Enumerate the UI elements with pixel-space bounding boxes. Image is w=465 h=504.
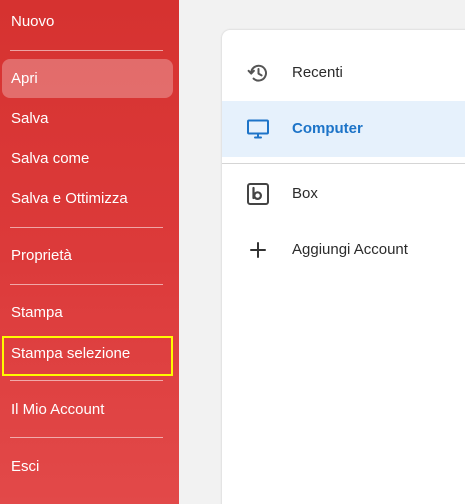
menu-divider <box>10 380 163 381</box>
menu-divider <box>10 50 163 51</box>
menu-item-salva[interactable]: Salva <box>2 99 173 138</box>
menu-divider <box>10 227 163 228</box>
menu-item-nuovo[interactable]: Nuovo <box>2 2 173 41</box>
location-aggiungi-account[interactable]: Aggiungi Account <box>222 222 465 278</box>
locations-divider <box>222 163 465 164</box>
plus-icon <box>246 238 270 262</box>
monitor-icon <box>246 117 270 141</box>
menu-item-proprieta[interactable]: Proprietà <box>2 236 173 275</box>
menu-item-il-mio-account[interactable]: Il Mio Account <box>2 390 173 429</box>
menu-item-stampa-selezione[interactable]: Stampa selezione <box>2 336 173 376</box>
file-menu-sidebar: Nuovo Apri Salva Salva come Salva e Otti… <box>0 0 179 504</box>
menu-item-apri[interactable]: Apri <box>2 59 173 98</box>
menu-item-salva-come[interactable]: Salva come <box>2 139 173 178</box>
location-computer[interactable]: Computer <box>222 101 465 157</box>
menu-divider <box>10 437 163 438</box>
menu-item-salva-e-ottimizza[interactable]: Salva e Ottimizza <box>2 179 173 218</box>
open-locations-panel: Recenti Computer Box Aggiungi Account <box>222 30 465 504</box>
location-recenti[interactable]: Recenti <box>222 45 465 101</box>
menu-item-esci[interactable]: Esci <box>2 447 173 486</box>
menu-divider <box>10 284 163 285</box>
history-icon <box>246 61 270 85</box>
location-box[interactable]: Box <box>222 166 465 222</box>
location-label: Box <box>292 185 318 202</box>
location-label: Aggiungi Account <box>292 241 408 258</box>
location-label: Recenti <box>292 64 343 81</box>
location-label: Computer <box>292 120 363 137</box>
box-icon <box>246 182 270 206</box>
menu-item-stampa[interactable]: Stampa <box>2 293 173 332</box>
